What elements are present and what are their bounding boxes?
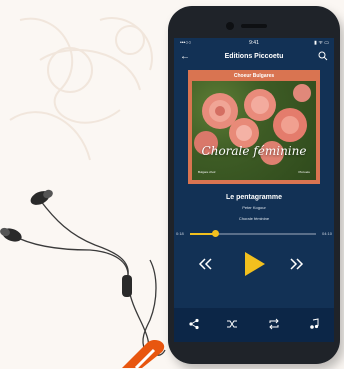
page-title: Editions Piccoetu — [224, 53, 284, 60]
track-title: Le pentagramme — [225, 194, 283, 201]
right-earbud — [0, 227, 22, 242]
progress-slider[interactable] — [190, 230, 316, 237]
fast-forward-icon[interactable] — [288, 258, 306, 270]
play-icon[interactable] — [243, 250, 267, 278]
left-earbud — [30, 189, 53, 205]
status-icons: ▮ ᯤ ▭ — [314, 40, 329, 46]
elapsed-time: 0:18 — [176, 231, 184, 236]
rewind-icon[interactable] — [196, 258, 214, 270]
album-script-title: Chorale féminine — [201, 144, 307, 158]
phone: •••○○ 9:41 ▮ ᯤ ▭ ← Editions Piccoetu Cho… — [168, 6, 340, 364]
bottom-toolbar — [174, 308, 334, 342]
status-bar: •••○○ 9:41 ▮ ᯤ ▭ — [174, 38, 334, 48]
total-time: 04:10 — [321, 231, 332, 236]
track-album: Chorale féminine — [238, 216, 270, 221]
album-small-right: Piccoetu — [298, 170, 310, 174]
album-cover: Choeur Bulgares Chorale féminine Bulgare… — [188, 70, 320, 184]
roses-image — [194, 84, 311, 165]
app-header: ← Editions Piccoetu — [174, 48, 334, 68]
music-note-icon[interactable] — [308, 318, 320, 330]
album-artwork: Chorale féminine Bulgare choir Piccoetu — [192, 81, 316, 180]
inline-remote — [122, 275, 132, 297]
album-small-left: Bulgare choir — [198, 170, 216, 174]
progress-knob[interactable] — [211, 230, 219, 237]
speaker-grille — [241, 24, 267, 28]
shuffle-icon[interactable] — [226, 318, 238, 330]
status-time: 9:41 — [249, 40, 259, 46]
share-icon[interactable] — [188, 318, 200, 330]
front-camera — [226, 22, 234, 30]
repeat-icon[interactable] — [268, 318, 280, 330]
search-icon[interactable] — [318, 51, 328, 61]
album-top-label: Choeur Bulgares — [233, 73, 275, 79]
track-author: Peter Kogour — [242, 205, 266, 210]
player-screen: •••○○ 9:41 ▮ ᯤ ▭ ← Editions Piccoetu Cho… — [174, 38, 334, 342]
